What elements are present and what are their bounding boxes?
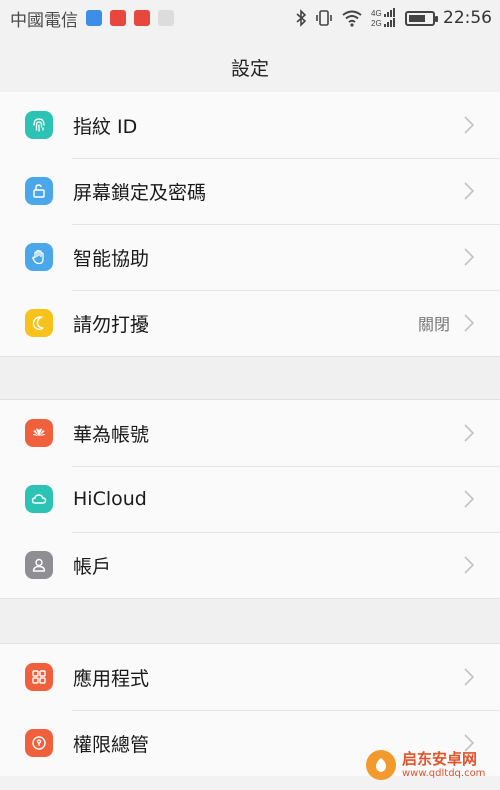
chevron-right-icon (464, 556, 475, 574)
bluetooth-icon (296, 9, 307, 27)
clock: 22:56 (443, 8, 492, 28)
page-title-bar: 設定 (0, 36, 500, 100)
keyboard-notification-icon (158, 10, 174, 26)
network-2g-label: 2G (371, 19, 382, 28)
settings-item-apps[interactable]: 應用程式 (0, 644, 500, 710)
moon-icon (25, 309, 53, 337)
section-divider (0, 598, 500, 644)
settings-item-label: 應用程式 (73, 667, 150, 690)
settings-item-fingerprint[interactable]: 指紋 ID (0, 92, 500, 158)
carrier-label: 中國電信 (10, 10, 78, 31)
settings-group-security: 指紋 ID 屏幕鎖定及密碼 智能協助 請勿打擾 關閉 (0, 92, 500, 356)
settings-item-label: 帳戶 (73, 555, 112, 578)
settings-item-label: 請勿打擾 (73, 313, 150, 336)
app-notification-icon (110, 10, 126, 26)
settings-item-label: 屏幕鎖定及密碼 (73, 181, 207, 204)
chevron-right-icon (464, 116, 475, 134)
watermark-title: 启东安卓网 (402, 750, 478, 769)
chevron-right-icon (464, 668, 475, 686)
chevron-right-icon (464, 248, 475, 266)
watermark-logo-icon (366, 750, 396, 780)
settings-item-label: HiCloud (73, 488, 147, 510)
dnd-status-value: 關閉 (417, 315, 450, 334)
settings-item-smart-assist[interactable]: 智能協助 (0, 224, 500, 290)
app-notification-icon (86, 10, 102, 26)
chevron-right-icon (464, 182, 475, 200)
cloud-icon (25, 485, 53, 513)
network-4g-label: 4G (371, 9, 382, 18)
settings-item-huawei-id[interactable]: 華為帳號 (0, 400, 500, 466)
huawei-notification-icon (134, 10, 150, 26)
chevron-right-icon (464, 490, 475, 508)
fingerprint-icon (25, 111, 53, 139)
vibrate-icon (316, 10, 332, 26)
signal-icon: 4G 2G (371, 8, 395, 28)
apps-icon (25, 663, 53, 691)
section-divider (0, 356, 500, 400)
settings-item-hicloud[interactable]: HiCloud (0, 466, 500, 532)
settings-item-screen-lock[interactable]: 屏幕鎖定及密碼 (0, 158, 500, 224)
permission-icon (25, 729, 53, 757)
lock-icon (25, 177, 53, 205)
user-icon (25, 551, 53, 579)
chevron-right-icon (464, 314, 475, 332)
page-title: 設定 (230, 58, 269, 80)
settings-item-label: 指紋 ID (73, 115, 138, 138)
wifi-icon (342, 10, 362, 27)
settings-item-label: 智能協助 (73, 247, 150, 270)
huawei-icon (25, 419, 53, 447)
chevron-right-icon (464, 424, 475, 442)
settings-group-accounts: 華為帳號 HiCloud 帳戶 (0, 400, 500, 598)
watermark-url: www.qdltdq.com (402, 767, 486, 779)
watermark: 启东安卓网 www.qdltdq.com (366, 744, 494, 786)
settings-item-do-not-disturb[interactable]: 請勿打擾 關閉 (0, 290, 500, 356)
status-bar: 中國電信 4G 2G 22:56 (0, 0, 500, 36)
settings-item-accounts[interactable]: 帳戶 (0, 532, 500, 598)
hand-icon (25, 243, 53, 271)
battery-icon (405, 10, 438, 26)
settings-item-label: 華為帳號 (73, 423, 150, 446)
